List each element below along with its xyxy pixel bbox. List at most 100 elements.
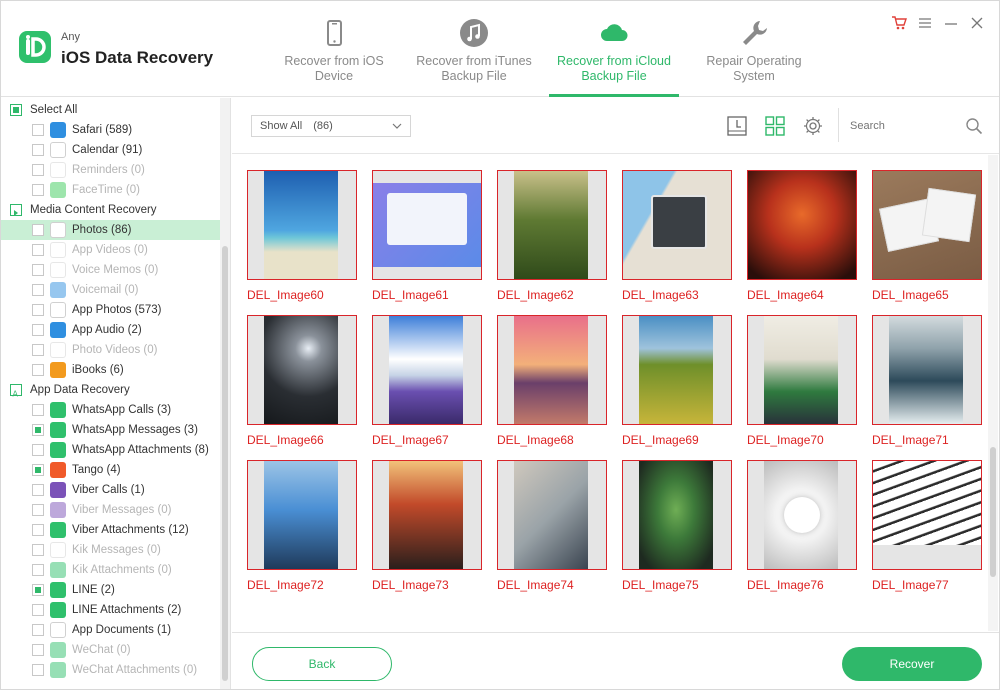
photo-thumbnail[interactable] (747, 315, 857, 425)
item-checkbox[interactable] (32, 344, 44, 356)
item-checkbox[interactable] (32, 224, 44, 236)
select-all-checkbox[interactable] (10, 104, 22, 116)
item-checkbox[interactable] (32, 164, 44, 176)
item-checkbox[interactable] (32, 404, 44, 416)
photo-thumbnail[interactable] (872, 460, 982, 570)
sidebar-item[interactable]: Kik Attachments (0) (1, 560, 220, 580)
filter-count: (86) (313, 120, 333, 132)
item-checkbox[interactable] (32, 584, 44, 596)
sidebar-item[interactable]: App Videos (0) (1, 240, 220, 260)
section-expander-icon[interactable]: A (10, 384, 22, 399)
item-checkbox[interactable] (32, 524, 44, 536)
item-checkbox[interactable] (32, 544, 44, 556)
recover-button[interactable]: Recover (842, 647, 982, 681)
sidebar-item[interactable]: iBooks (6) (1, 360, 220, 380)
item-checkbox[interactable] (32, 324, 44, 336)
sidebar-item[interactable]: WhatsApp Attachments (8) (1, 440, 220, 460)
photo-thumbnail[interactable] (622, 315, 732, 425)
item-checkbox[interactable] (32, 624, 44, 636)
photo-thumbnail[interactable] (622, 170, 732, 280)
sidebar-item[interactable]: WeChat (0) (1, 640, 220, 660)
item-checkbox[interactable] (32, 244, 44, 256)
photo-thumbnail[interactable] (747, 170, 857, 280)
sidebar-item[interactable]: Photo Videos (0) (1, 340, 220, 360)
item-checkbox[interactable] (32, 424, 44, 436)
sidebar-item[interactable]: Safari (589) (1, 120, 220, 140)
tab-repair-os[interactable]: Repair Operating System (689, 1, 819, 97)
sidebar-item[interactable]: Tango (4) (1, 460, 220, 480)
item-checkbox[interactable] (32, 144, 44, 156)
photo-thumbnail[interactable] (497, 315, 607, 425)
item-checkbox[interactable] (32, 124, 44, 136)
item-checkbox[interactable] (32, 644, 44, 656)
close-icon[interactable] (969, 15, 985, 31)
photo-thumbnail[interactable] (747, 460, 857, 570)
minimize-icon[interactable] (943, 15, 959, 31)
sidebar-item[interactable]: FaceTime (0) (1, 180, 220, 200)
item-checkbox[interactable] (32, 284, 44, 296)
section-expander-icon[interactable] (10, 204, 22, 216)
sidebar-item[interactable]: Viber Calls (1) (1, 480, 220, 500)
sidebar-item[interactable]: WhatsApp Messages (3) (1, 420, 220, 440)
sidebar-item[interactable]: Photos (86) (1, 220, 220, 240)
sidebar-item[interactable]: WeChat Attachments (0) (1, 660, 220, 680)
sidebar-item[interactable]: Viber Messages (0) (1, 500, 220, 520)
section-label: App Data Recovery (30, 384, 130, 396)
item-checkbox[interactable] (32, 184, 44, 196)
photo-thumbnail[interactable] (372, 460, 482, 570)
photo-thumbnail[interactable] (872, 315, 982, 425)
photo-thumbnail[interactable] (372, 315, 482, 425)
sidebar-section-header[interactable]: Select All (1, 100, 220, 120)
item-checkbox[interactable] (32, 664, 44, 676)
attachment-icon (50, 522, 66, 538)
photo-thumbnail[interactable] (497, 170, 607, 280)
item-checkbox[interactable] (32, 364, 44, 376)
sidebar-item[interactable]: Viber Attachments (12) (1, 520, 220, 540)
screenshot-window (387, 193, 467, 245)
sidebar-item[interactable]: Reminders (0) (1, 160, 220, 180)
grid-view-icon[interactable] (764, 115, 786, 137)
back-button[interactable]: Back (252, 647, 392, 681)
settings-icon[interactable] (802, 115, 824, 137)
menu-icon[interactable] (917, 15, 933, 31)
sidebar-item[interactable]: App Photos (573) (1, 300, 220, 320)
sidebar-item-label: App Audio (2) (72, 324, 142, 336)
sidebar-item[interactable]: LINE Attachments (2) (1, 600, 220, 620)
sidebar-item[interactable]: Calendar (91) (1, 140, 220, 160)
sidebar-section-header[interactable]: A App Data Recovery (1, 380, 220, 400)
item-checkbox[interactable] (32, 304, 44, 316)
sidebar-item[interactable]: App Audio (2) (1, 320, 220, 340)
photo-thumbnail[interactable] (872, 170, 982, 280)
sidebar-section-header[interactable]: Media Content Recovery (1, 200, 220, 220)
search-icon[interactable] (965, 117, 983, 140)
photo-thumbnail[interactable] (247, 170, 357, 280)
item-checkbox[interactable] (32, 484, 44, 496)
photo-thumbnail[interactable] (372, 170, 482, 280)
show-filter-dropdown[interactable]: Show All (86) (251, 115, 411, 137)
cart-icon[interactable] (891, 15, 907, 31)
gallery-scroll-thumb[interactable] (990, 447, 996, 577)
sidebar-item[interactable]: Kik Messages (0) (1, 540, 220, 560)
sidebar-scroll-thumb[interactable] (222, 246, 228, 681)
sidebar-item[interactable]: WhatsApp Calls (3) (1, 400, 220, 420)
viber-icon (50, 502, 66, 518)
item-checkbox[interactable] (32, 504, 44, 516)
sidebar-item[interactable]: Voice Memos (0) (1, 260, 220, 280)
item-checkbox[interactable] (32, 564, 44, 576)
sidebar-item[interactable]: Voicemail (0) (1, 280, 220, 300)
item-checkbox[interactable] (32, 464, 44, 476)
item-checkbox[interactable] (32, 444, 44, 456)
item-checkbox[interactable] (32, 264, 44, 276)
photo-thumbnail[interactable] (622, 460, 732, 570)
photo-thumbnail[interactable] (497, 460, 607, 570)
sidebar-item[interactable]: App Documents (1) (1, 620, 220, 640)
sidebar-item[interactable]: LINE (2) (1, 580, 220, 600)
tab-recover-icloud[interactable]: Recover from iCloud Backup File (549, 1, 679, 97)
photo-thumbnail[interactable] (247, 460, 357, 570)
timeline-view-icon[interactable] (726, 115, 748, 137)
phone-icon (318, 17, 350, 49)
tab-recover-ios-device[interactable]: Recover from iOS Device (269, 1, 399, 97)
item-checkbox[interactable] (32, 604, 44, 616)
photo-thumbnail[interactable] (247, 315, 357, 425)
tab-recover-itunes[interactable]: Recover from iTunes Backup File (407, 1, 541, 97)
